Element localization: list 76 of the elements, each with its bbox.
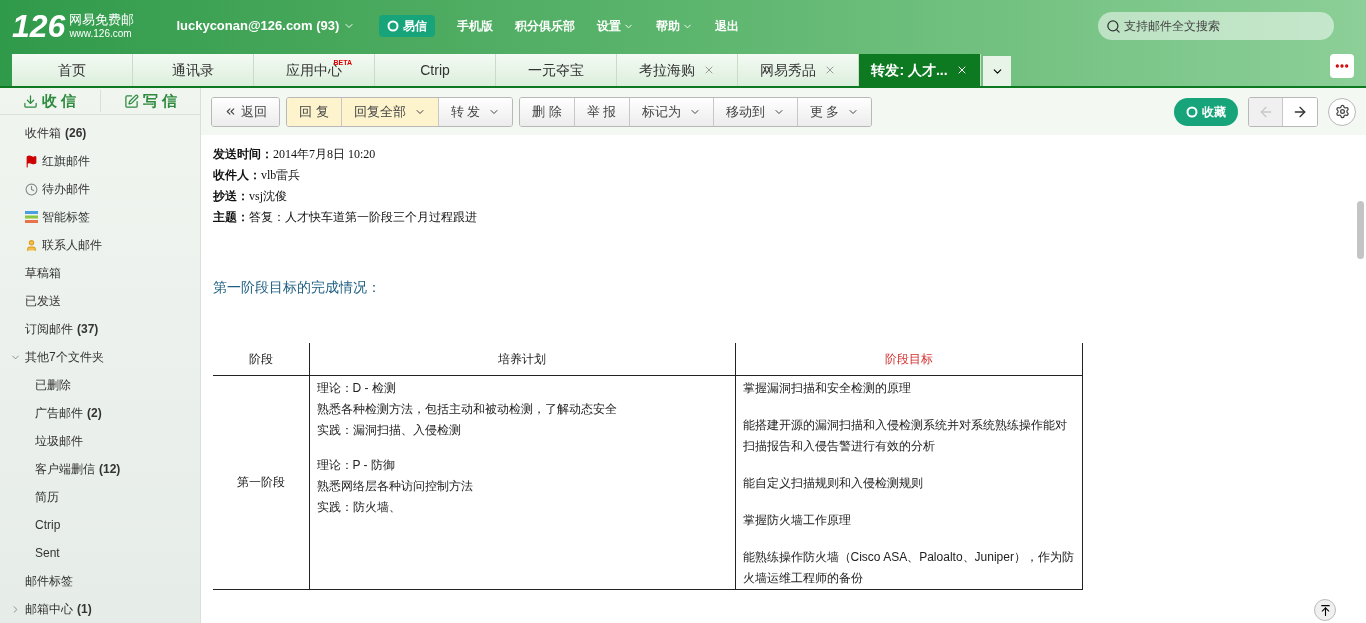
folder-item[interactable]: 联系人邮件 [0,231,200,259]
folder-item[interactable]: Sent [0,539,200,567]
chat-icon [387,20,400,32]
person-icon [25,238,38,252]
toolbar-button[interactable]: 移动到 [713,97,798,126]
scrollbar-thumb[interactable] [1356,201,1364,259]
plan-line: 理论：D - 检测 [316,379,397,397]
folder-item[interactable]: 红旗邮件 [0,147,200,175]
goal-text: 掌握防火墙工作原理 [742,511,852,529]
tab[interactable]: 一元夺宝 [496,54,617,86]
clock-icon [25,182,38,196]
folder-item[interactable]: 订阅邮件 (37) [0,315,200,343]
search-icon [1106,19,1121,34]
settings-icon [1334,104,1350,119]
more-button[interactable] [1330,54,1354,78]
compose-button[interactable]: 写 信 [99,89,200,113]
column-header: 培养计划 [309,343,735,375]
folder-item[interactable]: 垃圾邮件 [0,427,200,455]
folder-item[interactable]: 邮箱中心 (1) [0,595,200,623]
search-field[interactable]: 支持邮件全文搜索 [1098,12,1334,40]
toolbar-button[interactable]: 举 报 [574,97,630,126]
folder-item[interactable]: 收件箱 (26) [0,119,200,147]
plan-line: 理论：P - 防御 [316,456,396,474]
goal-text: 掌握漏洞扫描和安全检测的原理 [742,379,912,397]
back-icon [224,105,237,118]
goal-text: 能熟练操作防火墙（Cisco ASA、Paloalto、Juniper），作为防火墙运维工程师的备份 [742,548,1075,587]
arrow-up-icon [1318,603,1332,617]
folder-item[interactable]: 待办邮件 [0,175,200,203]
stripes-icon [25,211,38,223]
mail-header-line: 收件人：vlb雷兵 [213,167,302,184]
tab[interactable]: 考拉海购 [617,54,738,86]
next-button[interactable] [1283,97,1317,126]
folder-item[interactable]: 客户端删信 (12) [0,455,200,483]
settings-button[interactable] [1328,97,1356,126]
tab[interactable]: Ctrip [375,54,496,86]
close-icon[interactable] [703,64,715,76]
folder-item[interactable]: 邮件标签 [0,567,200,595]
folder-item[interactable]: 简历 [0,483,200,511]
toolbar-button[interactable]: 回复全部 [341,97,439,126]
back-to-top-button[interactable] [1314,599,1336,621]
folder-item[interactable]: 广告邮件 (2) [0,399,200,427]
column-header: 阶段目标 [735,343,1082,375]
folder-item[interactable]: 已删除 [0,371,200,399]
folder-item[interactable]: 其他7个文件夹 [0,343,200,371]
folder-item[interactable]: 智能标签 [0,203,200,231]
tab[interactable]: 网易秀品 [738,54,859,86]
goal-text: 能自定义扫描规则和入侵检测规则 [742,474,924,492]
plan-line: 熟悉各种检测方法，包括主动和被动检测，了解动态安全 [316,400,618,418]
toolbar-button[interactable]: 更 多 [797,97,872,126]
plan-line: 实践：漏洞扫描、入侵检测 [316,421,462,439]
chat-icon [1186,105,1198,118]
flag-icon [25,154,38,168]
receive-button[interactable]: 收 信 [0,89,100,113]
section-heading: 第一阶段目标的完成情况： [213,278,381,297]
mail-header-line: 主题：答复：人才快车道第一阶段三个月过程跟进 [213,209,478,226]
folder-item[interactable]: 草稿箱 [0,259,200,287]
plan-line: 实践：防火墙、 [316,498,402,516]
close-icon[interactable] [824,64,836,76]
toolbar-button[interactable]: 删 除 [520,97,575,126]
mail-header-line: 抄送：vsj沈俊 [213,188,288,205]
compose-icon [123,93,139,109]
download-icon [23,93,39,109]
tab[interactable]: 首页 [12,54,133,86]
table-cell: 第一阶段 [213,375,309,589]
goal-text: 能搭建开源的漏洞扫描和入侵检测系统并对系统熟练操作能对扫描报告和入侵告警进行有效的分析 [742,416,1068,455]
folder-item[interactable]: 已发送 [0,287,200,315]
tab[interactable]: 通讯录 [133,54,254,86]
mail-header-line: 发送时间：2014年7月8日 10:20 [213,146,377,163]
column-header: 阶段 [213,343,309,375]
toolbar-button[interactable]: 回 复 [287,97,342,126]
plan-line: 熟悉网络层各种访问控制方法 [316,477,474,495]
tab[interactable]: 转发: 人才... [859,54,981,86]
folder-item[interactable]: Ctrip [0,511,200,539]
toolbar-button[interactable]: 返回 [212,97,279,126]
toolbar-button[interactable]: 标记为 [629,97,714,126]
toolbar-button[interactable]: 转 发 [438,97,513,126]
